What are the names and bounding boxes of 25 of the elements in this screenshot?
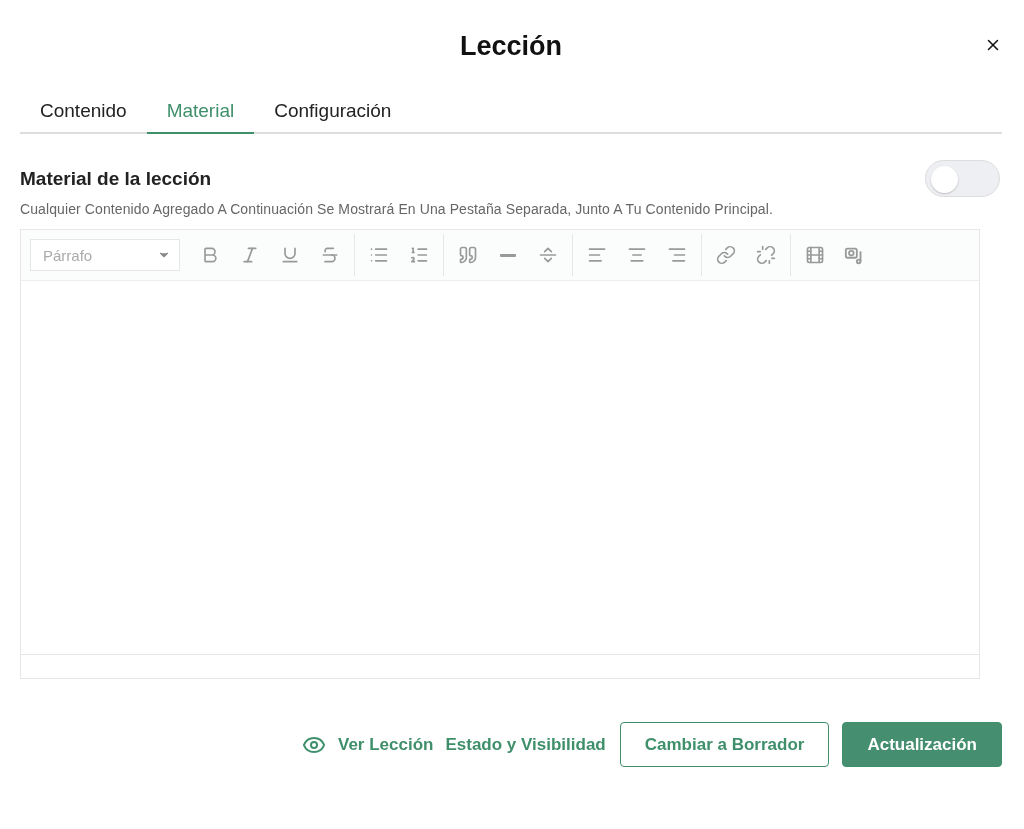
tab[interactable]: Contenido bbox=[20, 92, 147, 134]
tab[interactable]: Material bbox=[146, 92, 255, 134]
unlink-icon bbox=[756, 245, 776, 265]
status-visibility-link[interactable]: Estado y Visibilidad bbox=[445, 734, 606, 755]
dialog-title: Lección bbox=[460, 30, 562, 62]
page-break-icon bbox=[538, 245, 558, 265]
quote-icon bbox=[458, 245, 478, 265]
strikethrough-icon bbox=[320, 245, 340, 265]
format-select[interactable]: Párrafo bbox=[30, 239, 180, 271]
toggle-switch[interactable] bbox=[925, 160, 1000, 197]
italic-icon bbox=[240, 245, 260, 265]
section-title: Material de la lección bbox=[20, 167, 212, 190]
align-center-icon bbox=[627, 245, 647, 265]
numbered-list-icon bbox=[409, 245, 429, 265]
film-icon bbox=[805, 245, 825, 265]
underline-icon bbox=[280, 245, 300, 265]
tab[interactable]: Configuración bbox=[254, 92, 412, 134]
bullet-list-icon bbox=[369, 245, 389, 265]
update-button[interactable]: Actualización bbox=[842, 722, 1002, 767]
view-lesson-link[interactable]: Ver Lección bbox=[302, 732, 434, 757]
draft-button[interactable]: Cambiar a Borrador bbox=[619, 722, 830, 767]
section-description: Cualquier Contenido Agregado A Continuación Se Mostrará En Una Pestaña Separada, Junto A Tu Contenido Principal. bbox=[20, 201, 774, 217]
align-right-icon bbox=[667, 245, 687, 265]
link-icon bbox=[716, 245, 736, 265]
align-left-icon bbox=[587, 245, 607, 265]
